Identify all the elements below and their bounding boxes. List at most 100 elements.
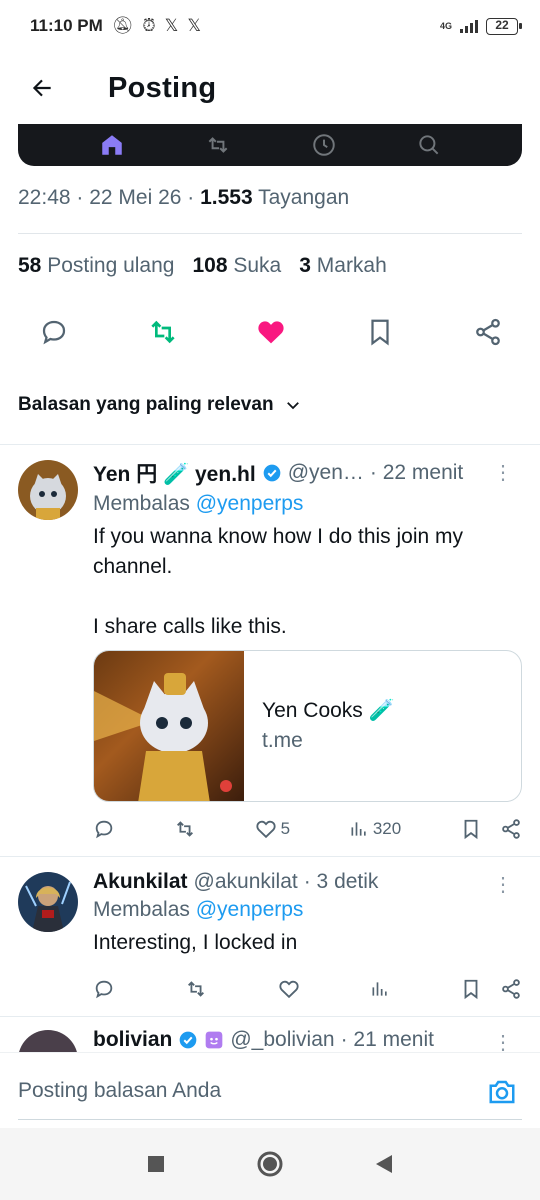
like-button[interactable] xyxy=(278,978,300,1000)
chevron-down-icon xyxy=(286,402,299,410)
reply-text: Interesting, I locked in xyxy=(93,931,298,954)
bookmark-icon[interactable] xyxy=(460,978,482,1000)
reply-button[interactable] xyxy=(93,978,115,1000)
replying-to: Membalas @yenperps xyxy=(93,492,304,515)
reply-header: bolivian @_bolivian · 21 menit xyxy=(93,1028,522,1052)
avatar[interactable] xyxy=(18,1030,78,1052)
more-options-icon[interactable]: ⋮ xyxy=(493,872,513,897)
verified-badge-icon xyxy=(263,464,281,482)
reply-actions xyxy=(93,978,522,1000)
x-logo-icon-2: 𝕏 xyxy=(187,16,202,35)
avatar[interactable] xyxy=(18,460,78,520)
heart-icon xyxy=(255,820,276,839)
bookmark-button[interactable] xyxy=(364,316,396,348)
reply-text: If you wanna know how I do this join my … xyxy=(93,525,464,638)
network-type: 4G xyxy=(439,21,452,31)
reply-composer: Posting balasan Anda xyxy=(0,1052,540,1128)
cat-avatar-icon xyxy=(18,460,78,520)
more-options-icon[interactable]: ⋮ xyxy=(493,1030,513,1052)
reply-item[interactable]: bolivian @_bolivian · 21 menit ⋮ xyxy=(0,1016,540,1052)
battery-icon: 22 xyxy=(486,17,522,35)
reply-header: Akunkilat @akunkilat · 3 detik xyxy=(93,870,522,894)
affiliate-badge-icon xyxy=(206,1031,223,1049)
post-timestamp: 22:48 · 22 Mei 26 · xyxy=(18,186,201,209)
post-meta: 22:48 · 22 Mei 26 · 1.553 Tayangan xyxy=(18,186,349,210)
author-name[interactable]: Akunkilat xyxy=(93,870,188,894)
reply-icon xyxy=(95,980,113,999)
search-icon xyxy=(419,135,439,155)
author-handle[interactable]: @_bolivian xyxy=(230,1028,334,1052)
likes-stat[interactable]: 108 Suka xyxy=(192,254,281,278)
reply-icon xyxy=(42,320,66,345)
battery-level: 22 xyxy=(495,17,509,32)
repost-button[interactable] xyxy=(185,978,207,1000)
analytics-icon xyxy=(351,822,366,836)
thor-avatar-icon xyxy=(18,872,78,932)
author-handle[interactable]: @akunkilat xyxy=(194,870,298,894)
bookmark-icon xyxy=(370,319,389,346)
views-count: 1.553 xyxy=(200,186,253,209)
card-title: Yen Cooks 🧪 xyxy=(262,699,395,722)
reply-time: · 3 detik xyxy=(303,870,379,893)
author-name[interactable]: Yen 円 🧪 yen.hl xyxy=(93,458,256,488)
link-card[interactable]: Yen Cooks 🧪 t.me xyxy=(93,650,522,802)
post-detail: 22:48 · 22 Mei 26 · 1.553 Tayangan 58 Po… xyxy=(0,124,540,1052)
share-icon[interactable] xyxy=(500,818,522,840)
post-stats: 58 Posting ulang 108 Suka 3 Markah xyxy=(18,254,387,278)
reply-icon xyxy=(95,820,113,839)
more-options-icon[interactable]: ⋮ xyxy=(493,460,513,485)
view-count: 320 xyxy=(372,819,402,838)
repost-icon xyxy=(176,821,193,837)
home-button[interactable] xyxy=(256,1150,284,1178)
reposts-stat[interactable]: 58 Posting ulang xyxy=(18,254,174,278)
repost-icon xyxy=(188,981,205,997)
repost-button[interactable] xyxy=(174,818,196,840)
x-logo-icon: 𝕏 xyxy=(164,16,179,35)
card-thumbnail xyxy=(94,651,244,801)
bookmark-icon[interactable] xyxy=(460,818,482,840)
bookmarks-stat[interactable]: 3 Markah xyxy=(299,254,387,278)
repost-icon xyxy=(208,137,228,153)
cat-thumbnail-icon xyxy=(94,673,232,801)
post-actions xyxy=(18,316,522,348)
system-navigation-bar xyxy=(0,1128,540,1200)
replying-to: Membalas @yenperps xyxy=(93,898,304,921)
status-bar: 11:10 PM 🔕︎ ⏰︎ 𝕏 𝕏 4G 22 xyxy=(0,0,540,52)
recent-apps-button[interactable] xyxy=(146,1154,166,1174)
camera-button[interactable] xyxy=(486,1077,518,1112)
views-button[interactable] xyxy=(370,979,390,999)
reply-item[interactable]: Akunkilat @akunkilat · 3 detik Membalas … xyxy=(0,856,540,1016)
repost-button[interactable] xyxy=(147,316,179,348)
sort-label: Balasan yang paling relevan xyxy=(18,394,274,415)
heart-filled-icon xyxy=(258,321,284,344)
replying-to-handle[interactable]: @yenperps xyxy=(196,492,304,515)
arrow-left-icon xyxy=(32,79,51,97)
reply-input[interactable]: Posting balasan Anda xyxy=(18,1079,221,1103)
avatar[interactable] xyxy=(18,872,78,932)
verified-badge-icon xyxy=(180,1031,197,1049)
divider xyxy=(18,233,522,234)
reply-button[interactable] xyxy=(93,818,115,840)
sort-replies-dropdown[interactable]: Balasan yang paling relevan xyxy=(18,394,302,416)
reply-button[interactable] xyxy=(38,316,70,348)
views-button[interactable]: 320 xyxy=(349,819,401,839)
like-count: 5 xyxy=(280,819,291,838)
signal-icon xyxy=(460,19,478,33)
like-button[interactable]: 5 xyxy=(255,818,290,840)
reply-header: Yen 円 🧪 yen.hl @yen… · 22 menit xyxy=(93,458,522,488)
share-icon[interactable] xyxy=(500,978,522,1000)
embedded-media[interactable] xyxy=(18,124,522,166)
card-domain: t.me xyxy=(262,729,303,752)
reply-item[interactable]: Yen 円 🧪 yen.hl @yen… · 22 menit Membalas… xyxy=(0,444,540,856)
share-button[interactable] xyxy=(472,316,504,348)
back-button[interactable] xyxy=(20,66,64,110)
back-nav-button[interactable] xyxy=(374,1153,394,1175)
author-name[interactable]: bolivian xyxy=(93,1028,172,1052)
notifications-off-icon: 🔕︎ xyxy=(111,16,134,35)
clock-icon xyxy=(313,134,335,156)
heart-icon xyxy=(278,980,299,999)
replying-to-handle[interactable]: @yenperps xyxy=(196,898,304,921)
like-button[interactable] xyxy=(255,316,287,348)
home-icon xyxy=(102,135,122,155)
author-handle[interactable]: @yen… xyxy=(288,461,364,485)
